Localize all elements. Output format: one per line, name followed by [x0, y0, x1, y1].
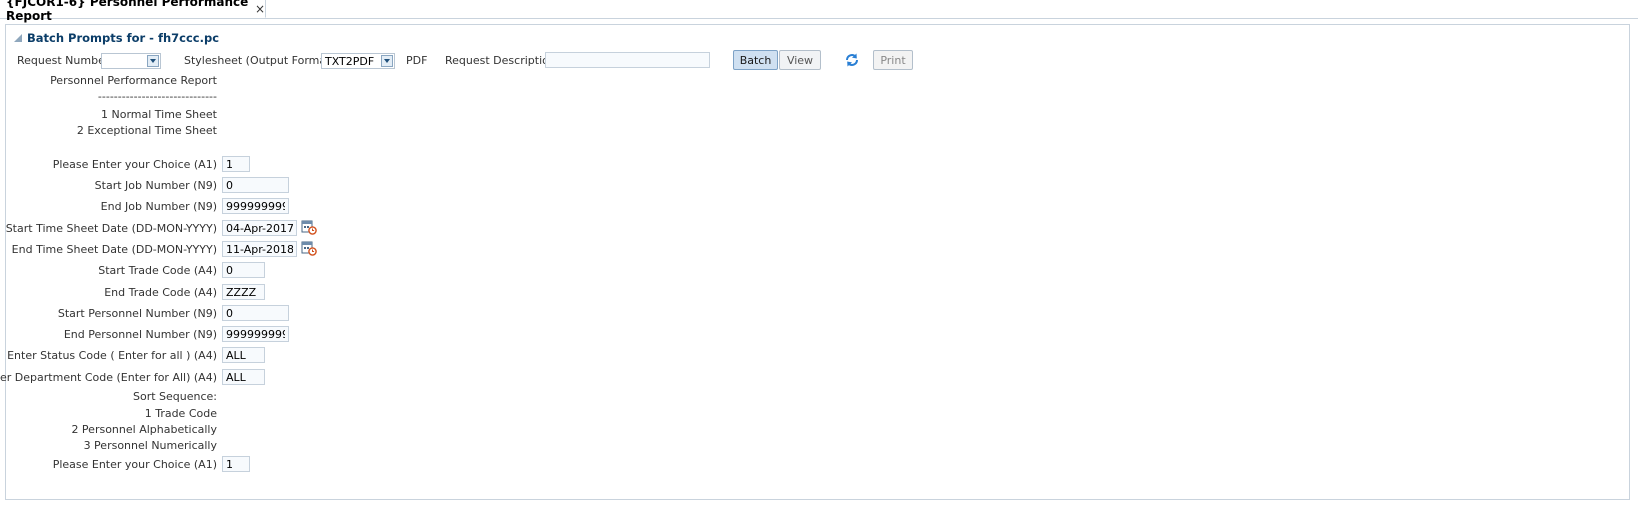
stylesheet-select[interactable]: TXT2PDF: [321, 53, 395, 69]
stylesheet-label: Stylesheet (Output Format): [184, 54, 335, 67]
end-ts-date-label: End Time Sheet Date (DD-MON-YYYY): [11, 243, 217, 256]
tab-bar: {FJCOR1-6} Personnel Performance Report …: [0, 0, 1638, 23]
request-description-input[interactable]: [545, 52, 710, 68]
start-job-input[interactable]: [222, 177, 289, 193]
start-trade-input[interactable]: [222, 262, 265, 278]
stylesheet-value: TXT2PDF: [325, 54, 375, 68]
panel-header: Batch Prompts for - fh7ccc.pc: [14, 31, 219, 45]
status-code-label: Enter Status Code ( Enter for all ) (A4): [7, 349, 217, 362]
choice1-label: Please Enter your Choice (A1): [52, 158, 217, 171]
sort-option-1: 1 Trade Code: [144, 407, 217, 420]
end-trade-input[interactable]: [222, 284, 265, 300]
chevron-down-icon[interactable]: [381, 55, 393, 67]
end-personnel-label: End Personnel Number (N9): [63, 328, 217, 341]
start-ts-date-input[interactable]: [222, 220, 297, 236]
refresh-icon[interactable]: [844, 52, 860, 68]
end-ts-date-input[interactable]: [222, 241, 297, 257]
start-ts-date-label: Start Time Sheet Date (DD-MON-YYYY): [5, 222, 217, 235]
sort-option-2: 2 Personnel Alphabetically: [71, 423, 217, 436]
report-option-2: 2 Exceptional Time Sheet: [76, 124, 217, 137]
choice2-input[interactable]: [222, 456, 250, 472]
collapse-triangle-icon[interactable]: [14, 34, 22, 42]
choice1-input[interactable]: [222, 156, 250, 172]
dept-code-label: Enter Department Code (Enter for All) (A…: [0, 371, 217, 384]
end-job-input[interactable]: [222, 198, 289, 214]
report-separator: ------------------------------: [97, 90, 217, 103]
start-personnel-label: Start Personnel Number (N9): [57, 307, 217, 320]
report-title: Personnel Performance Report: [50, 74, 217, 87]
chevron-down-icon[interactable]: [147, 55, 159, 67]
dept-code-input[interactable]: [222, 369, 265, 385]
start-job-label: Start Job Number (N9): [94, 179, 217, 192]
end-job-label: End Job Number (N9): [100, 200, 217, 213]
calendar-clock-icon[interactable]: [301, 240, 317, 256]
request-number-select[interactable]: [101, 53, 161, 69]
start-trade-label: Start Trade Code (A4): [98, 264, 217, 277]
calendar-clock-icon[interactable]: [301, 219, 317, 235]
close-icon[interactable]: ×: [255, 2, 265, 16]
tab-personnel-performance-report[interactable]: {FJCOR1-6} Personnel Performance Report …: [0, 0, 266, 23]
choice2-label: Please Enter your Choice (A1): [52, 458, 217, 471]
batch-prompts-panel: Batch Prompts for - fh7ccc.pc Request Nu…: [0, 24, 1630, 500]
panel-title: Batch Prompts for - fh7ccc.pc: [27, 31, 220, 45]
report-option-1: 1 Normal Time Sheet: [100, 108, 217, 121]
end-trade-label: End Trade Code (A4): [104, 286, 217, 299]
tab-title: {FJCOR1-6} Personnel Performance Report: [6, 0, 249, 23]
print-button[interactable]: Print: [873, 50, 913, 70]
end-personnel-input[interactable]: [222, 326, 289, 342]
request-number-label: Request Number: [17, 54, 110, 67]
batch-button[interactable]: Batch: [733, 50, 778, 70]
sort-option-3: 3 Personnel Numerically: [83, 439, 217, 452]
request-description-label: Request Description: [445, 54, 556, 67]
start-personnel-input[interactable]: [222, 305, 289, 321]
status-code-input[interactable]: [222, 347, 265, 363]
view-button[interactable]: View: [779, 50, 821, 70]
output-format-text: PDF: [406, 54, 428, 67]
sort-title: Sort Sequence:: [132, 390, 217, 403]
